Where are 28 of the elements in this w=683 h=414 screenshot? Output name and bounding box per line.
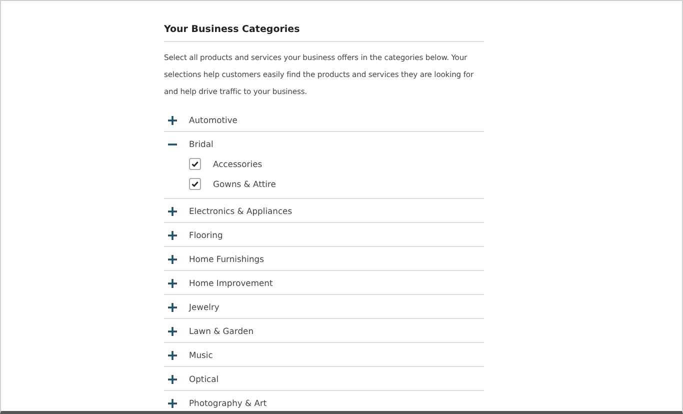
category-label[interactable]: Jewelry [189,302,220,312]
category-label[interactable]: Optical [189,374,219,384]
category-label[interactable]: Flooring [189,230,223,240]
category-label[interactable]: Bridal [189,139,214,149]
plus-icon[interactable] [168,278,177,288]
category-label[interactable]: Home Improvement [189,278,273,288]
checkbox[interactable] [189,158,201,170]
category-label[interactable]: Music [189,350,213,360]
category-label[interactable]: Electronics & Appliances [189,206,292,216]
checkbox[interactable] [189,178,201,190]
plus-icon[interactable] [168,326,177,336]
plus-icon[interactable] [168,302,177,312]
category-label[interactable]: Lawn & Garden [189,326,254,336]
plus-icon[interactable] [168,116,177,124]
subcategory-label[interactable]: Gowns & Attire [213,179,276,189]
category-label[interactable]: Automotive [189,115,238,125]
plus-icon[interactable] [168,230,177,240]
plus-icon[interactable] [168,350,177,360]
section-heading: Your Business Categories [164,24,484,42]
check-icon [191,160,199,168]
plus-icon[interactable] [168,206,177,216]
category-label[interactable]: Home Furnishings [189,254,264,264]
plus-icon[interactable] [168,254,177,264]
subcategory-label[interactable]: Accessories [213,159,262,169]
category-label[interactable]: Photography & Art [189,398,267,408]
check-icon [191,180,199,188]
plus-icon[interactable] [168,398,177,408]
plus-icon[interactable] [168,374,177,384]
